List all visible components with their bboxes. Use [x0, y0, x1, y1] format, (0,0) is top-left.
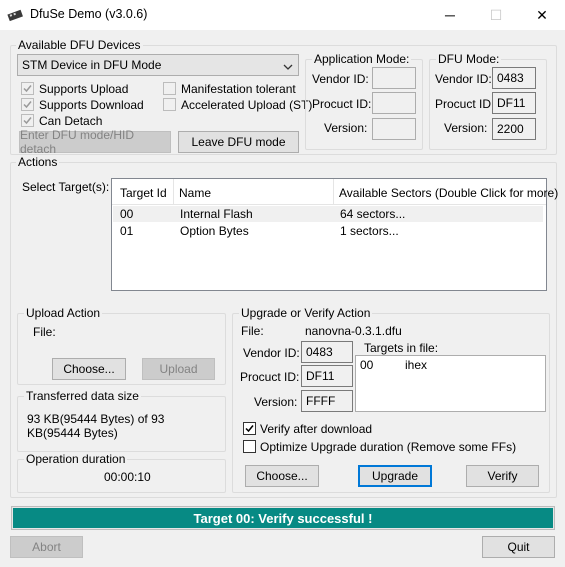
targets-in-file-label: Targets in file:	[364, 341, 439, 355]
abort-button: Abort	[10, 536, 83, 558]
supports-upload-checkbox	[21, 82, 34, 95]
maximize-icon: ☐	[489, 6, 503, 23]
device-select-value: STM Device in DFU Mode	[22, 58, 162, 72]
targets-list[interactable]: Target Id Name Available Sectors (Double…	[111, 178, 558, 291]
transferred-text: 93 KB(95444 Bytes) of 93 KB(95444 Bytes)	[27, 412, 165, 440]
column-header-sectors[interactable]: Available Sectors (Double Click for more…	[339, 186, 558, 200]
upgrade-button[interactable]: Upgrade	[358, 465, 432, 487]
chevron-down-icon	[283, 60, 293, 74]
accelerated-upload-checkbox	[163, 98, 176, 111]
table-row[interactable]: 01 Option Bytes 1 sectors...	[113, 223, 543, 239]
target-sectors-cell: 64 sectors...	[340, 207, 406, 221]
maximize-button: ☐	[473, 0, 519, 30]
minimize-icon: ─	[445, 7, 455, 23]
upgrade-version-label: Version:	[254, 395, 298, 409]
target-name-cell: Option Bytes	[180, 224, 249, 238]
upgrade-product-id-label: Procuct ID:	[240, 370, 300, 384]
manifestation-tolerant-label: Manifestation tolerant	[181, 82, 296, 96]
can-detach-checkbox	[21, 114, 34, 127]
table-row[interactable]: 00 Internal Flash 64 sectors...	[113, 206, 543, 222]
check-icon	[23, 117, 32, 125]
dfu-mode-label: DFU Mode:	[436, 52, 502, 66]
app-version-field	[372, 118, 416, 140]
accelerated-upload-label: Accelerated Upload (ST)	[181, 98, 313, 112]
column-divider	[333, 179, 334, 204]
app-product-id-field	[372, 92, 416, 114]
supports-download-checkbox	[21, 98, 34, 111]
close-button[interactable]: ✕	[519, 0, 565, 30]
app-vendor-id-label: Vendor ID:	[312, 72, 369, 86]
upgrade-version-field: FFFF	[301, 390, 353, 412]
upload-choose-button[interactable]: Choose...	[52, 358, 126, 380]
dfu-vendor-id-label: Vendor ID:	[435, 72, 492, 86]
duration-label: Operation duration	[24, 452, 128, 466]
optimize-upgrade-checkbox[interactable]	[243, 440, 256, 453]
upgrade-choose-button[interactable]: Choose...	[245, 465, 319, 487]
column-divider	[173, 179, 174, 204]
verify-button[interactable]: Verify	[466, 465, 539, 487]
target-name-cell: Internal Flash	[180, 207, 253, 221]
dfu-vendor-id-field: 0483	[492, 67, 536, 89]
manifestation-tolerant-checkbox	[163, 82, 176, 95]
upgrade-file-name: nanovna-0.3.1.dfu	[305, 324, 402, 338]
upload-file-label: File:	[33, 325, 56, 339]
application-mode-label: Application Mode:	[312, 52, 412, 66]
status-progress-bar: Target 00: Verify successful !	[11, 506, 555, 530]
dfu-version-field: 2200	[492, 118, 536, 140]
dfu-version-label: Version:	[444, 121, 488, 135]
target-id-cell: 00	[120, 207, 134, 221]
app-vendor-id-field	[372, 67, 416, 89]
verify-after-download-label: Verify after download	[260, 422, 373, 436]
app-version-label: Version:	[324, 121, 368, 135]
check-icon	[23, 85, 32, 93]
upgrade-file-label: File:	[241, 324, 264, 338]
select-targets-label: Select Target(s):	[22, 180, 110, 194]
upgrade-vendor-id-field: 0483	[301, 341, 353, 363]
optimize-upgrade-label: Optimize Upgrade duration (Remove some F…	[260, 440, 517, 454]
upload-button: Upload	[142, 358, 215, 380]
column-header-name[interactable]: Name	[179, 186, 211, 200]
check-icon	[23, 101, 32, 109]
close-icon: ✕	[536, 6, 548, 23]
status-message: Target 00: Verify successful !	[193, 511, 373, 526]
upload-action-label: Upload Action	[24, 306, 103, 320]
dfu-product-id-label: Procuct ID:	[435, 97, 495, 111]
upgrade-group-label: Upgrade or Verify Action	[239, 306, 373, 320]
target-sectors-cell: 1 sectors...	[340, 224, 399, 238]
supports-upload-label: Supports Upload	[39, 82, 129, 96]
targets-in-file-list[interactable]: 00 ihex	[355, 355, 546, 412]
column-header-target-id[interactable]: Target Id	[120, 186, 167, 200]
targets-in-file-id: 00	[360, 358, 374, 372]
duration-value: 00:00:10	[104, 470, 151, 484]
dfu-product-id-field: DF11	[492, 92, 536, 114]
quit-button[interactable]: Quit	[482, 536, 555, 558]
app-product-id-label: Procuct ID:	[312, 97, 372, 111]
supports-download-label: Supports Download	[39, 98, 144, 112]
upgrade-vendor-id-label: Vendor ID:	[243, 346, 300, 360]
verify-after-download-checkbox[interactable]	[243, 422, 256, 435]
can-detach-label: Can Detach	[39, 114, 103, 128]
check-icon	[245, 425, 254, 433]
device-select[interactable]: STM Device in DFU Mode	[17, 54, 299, 76]
transferred-label: Transferred data size	[24, 389, 141, 403]
target-id-cell: 01	[120, 224, 134, 238]
app-icon	[7, 7, 23, 23]
actions-label: Actions	[16, 155, 60, 169]
minimize-button[interactable]: ─	[427, 0, 473, 30]
leave-dfu-mode-button[interactable]: Leave DFU mode	[178, 131, 299, 153]
window-title: DfuSe Demo (v3.0.6)	[30, 7, 148, 21]
enter-dfu-mode-button: Enter DFU mode/HID detach	[19, 128, 171, 156]
targets-in-file-name: ihex	[405, 358, 428, 372]
dfu-devices-label: Available DFU Devices	[16, 38, 143, 52]
upgrade-product-id-field: DF11	[301, 365, 353, 387]
